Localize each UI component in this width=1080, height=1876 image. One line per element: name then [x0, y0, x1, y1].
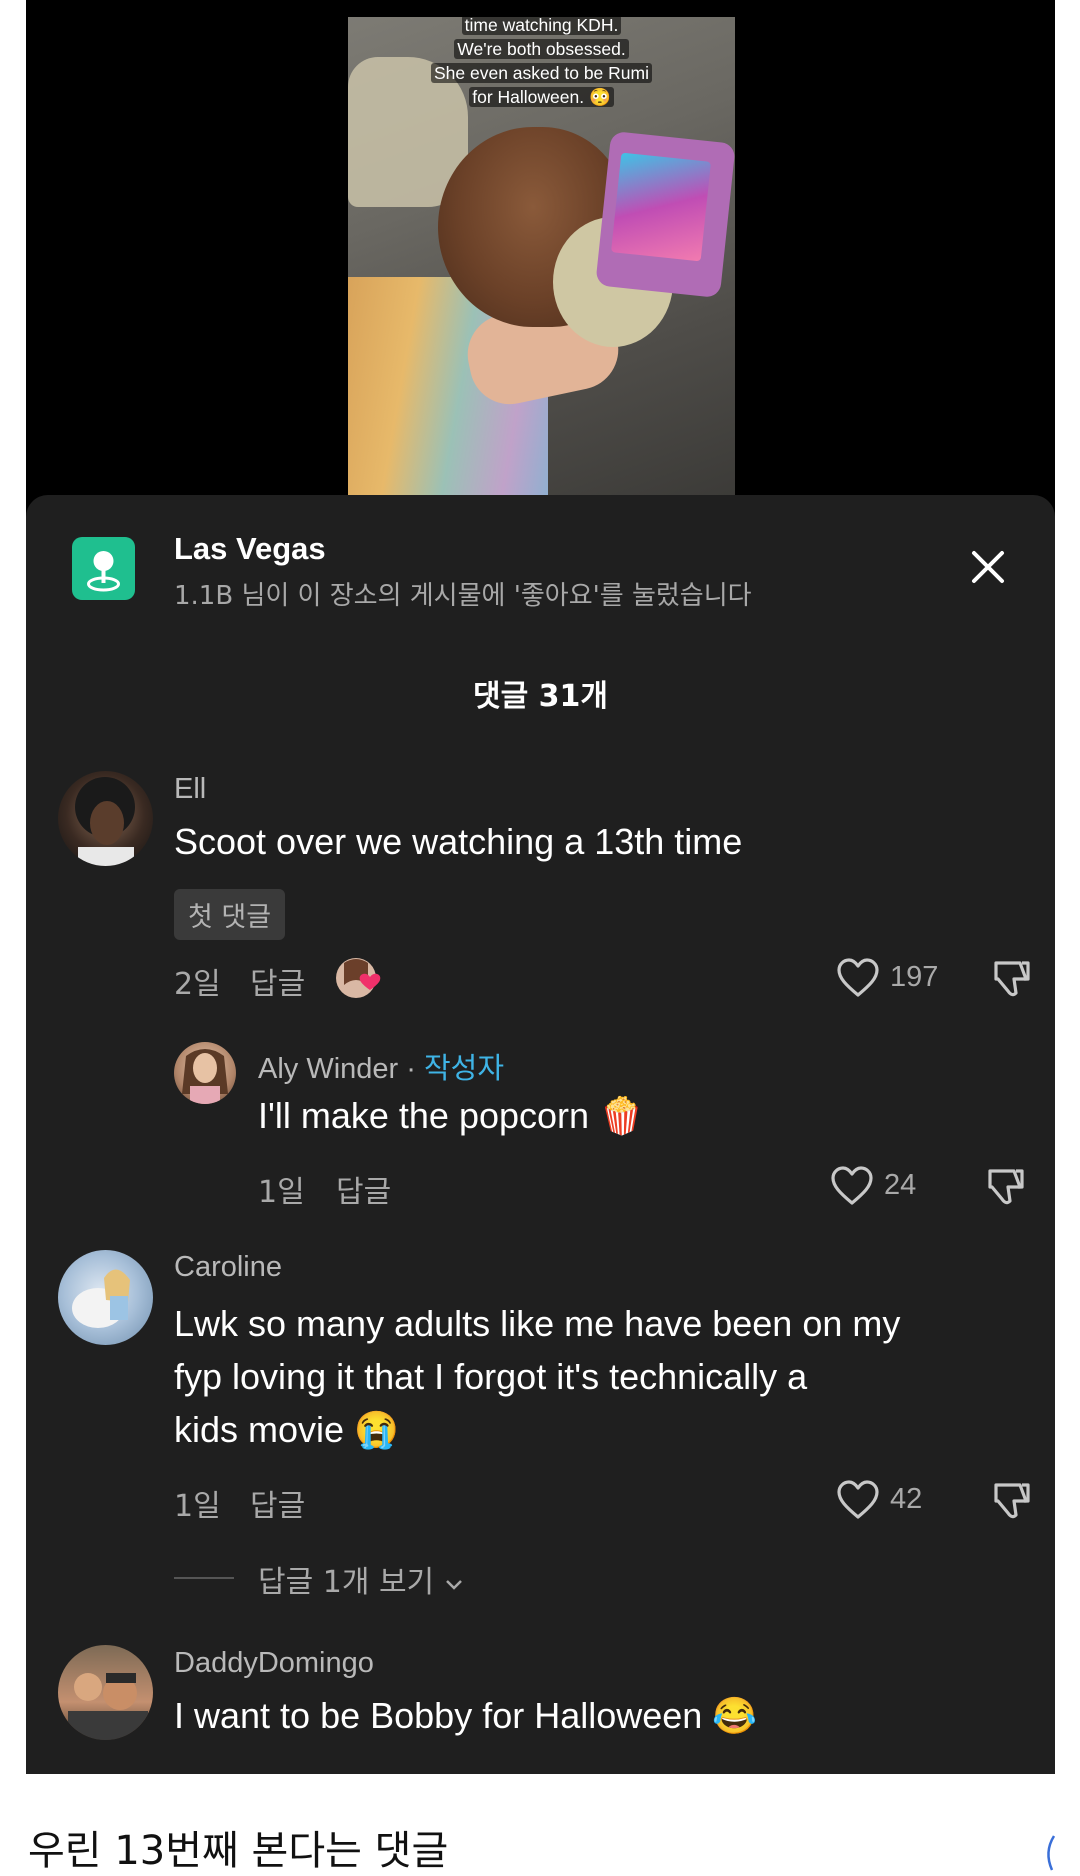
app-frame: time watching KDH. We're both obsessed. …	[26, 0, 1055, 1774]
avatar[interactable]	[58, 1250, 153, 1345]
comment-text-line: kids movie 😭	[174, 1409, 399, 1450]
video-caption-line: for Halloween. 😳	[469, 87, 614, 107]
comment-text-line: fyp loving it that I forgot it's technic…	[174, 1356, 808, 1397]
comment-username[interactable]: Ell	[174, 773, 206, 806]
avatar[interactable]	[58, 771, 153, 866]
video-caption-line: time watching KDH.	[461, 17, 622, 35]
dislike-icon[interactable]	[990, 957, 1034, 1001]
reply-button[interactable]: 답글	[336, 1167, 391, 1211]
separator-dot: ·	[406, 1053, 424, 1085]
view-replies-button[interactable]: 답글 1개 보기	[258, 1557, 464, 1601]
comment-text: I'll make the popcorn 🍿	[258, 1095, 644, 1136]
comment-username[interactable]: Aly Winder	[258, 1053, 398, 1085]
heart-icon[interactable]	[830, 1165, 874, 1207]
comment-text-line: Lwk so many adults like me have been on …	[174, 1303, 901, 1344]
heart-icon[interactable]	[836, 1479, 880, 1521]
comment-text: I want to be Bobby for Halloween 😂	[174, 1695, 758, 1736]
avatar[interactable]	[58, 1645, 153, 1740]
like-count: 24	[884, 1169, 917, 1201]
reply-author-line: Aly Winder · 작성자	[258, 1045, 504, 1087]
creator-liked-icon	[334, 955, 386, 1001]
comments-sheet: Las Vegas 1.1B 님이 이 장소의 게시물에 '좋아요'를 눌렀습니…	[26, 495, 1055, 1774]
comment-username[interactable]: Caroline	[174, 1251, 282, 1284]
video-caption-line: We're both obsessed.	[454, 39, 629, 59]
comment-text: Scoot over we watching a 13th time	[174, 821, 743, 862]
dislike-icon[interactable]	[984, 1165, 1028, 1209]
first-comment-badge: 첫 댓글	[174, 889, 286, 940]
like-count: 42	[890, 1483, 923, 1515]
reply-button[interactable]: 답글	[250, 1481, 305, 1525]
post-caption: 우린 13번째 본다는 댓글	[28, 1828, 449, 1874]
comment-username[interactable]: DaddyDomingo	[174, 1647, 374, 1680]
avatar[interactable]	[174, 1042, 236, 1104]
reply-button[interactable]: 답글	[250, 959, 305, 1003]
replies-divider	[174, 1577, 234, 1579]
chevron-down-icon	[445, 1580, 462, 1590]
location-likes-subtitle: 1.1B 님이 이 장소의 게시물에 '좋아요'를 눌렀습니다	[174, 581, 752, 611]
like-count: 197	[890, 961, 939, 993]
comment-age: 2일	[174, 967, 221, 1002]
dislike-icon[interactable]	[990, 1479, 1034, 1523]
comments-count-title: 댓글 31개	[473, 679, 608, 714]
author-tag: 작성자	[423, 1053, 505, 1085]
bracket-fragment	[1040, 1832, 1060, 1872]
location-pin-icon[interactable]	[72, 537, 135, 600]
video-caption-line: She even asked to be Rumi	[431, 63, 652, 83]
video-scene-tablet-screen	[611, 152, 711, 262]
close-icon[interactable]	[964, 543, 1012, 591]
view-replies-label: 답글 1개 보기	[258, 1565, 435, 1600]
comment-age: 1일	[174, 1489, 221, 1524]
video-caption: time watching KDH. We're both obsessed. …	[348, 17, 735, 109]
location-name[interactable]: Las Vegas	[174, 531, 326, 567]
heart-icon[interactable]	[836, 957, 880, 999]
comment-age: 1일	[258, 1175, 305, 1210]
video-player[interactable]: time watching KDH. We're both obsessed. …	[348, 17, 735, 495]
